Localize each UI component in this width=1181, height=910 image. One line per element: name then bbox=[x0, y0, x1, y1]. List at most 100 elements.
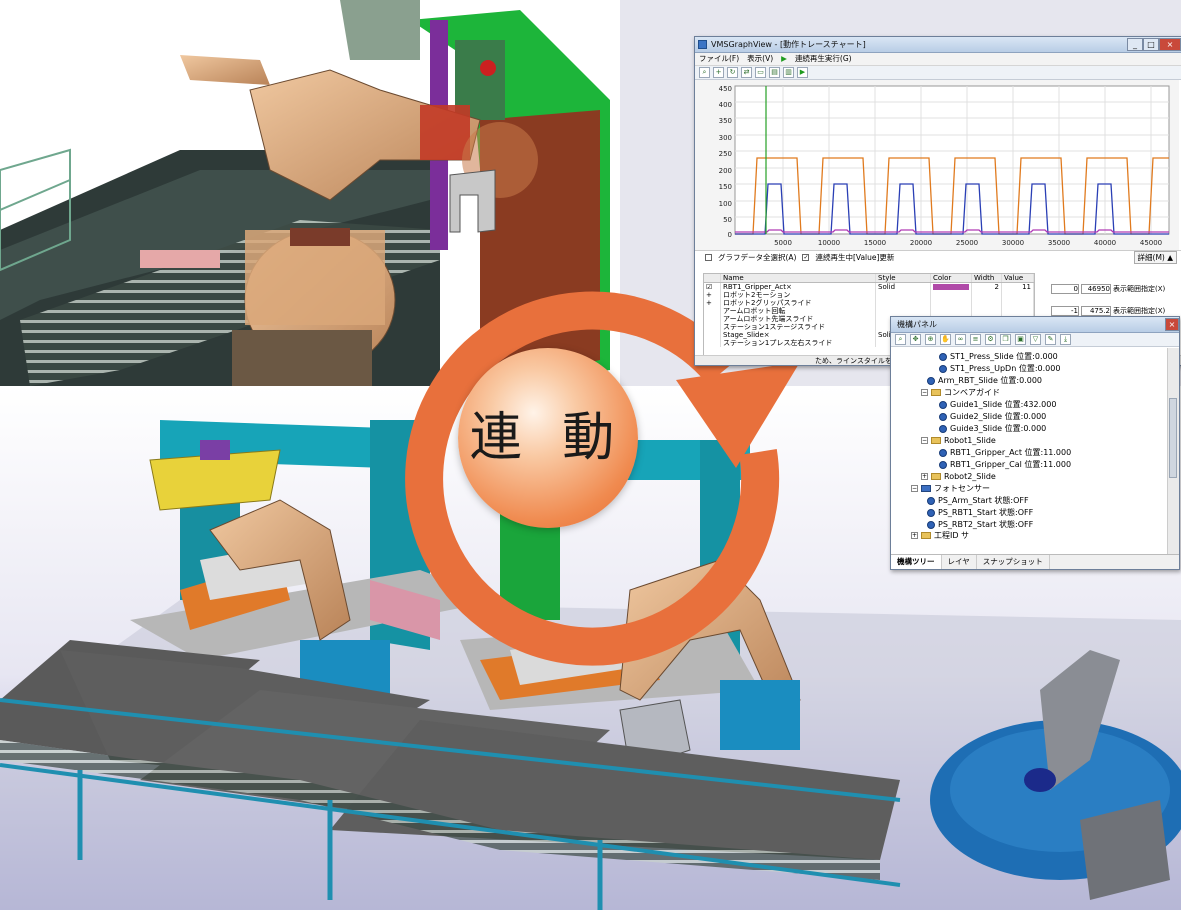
gear-icon[interactable]: ⚙ bbox=[985, 334, 996, 345]
y-tick: 50 bbox=[723, 216, 732, 224]
hand-icon[interactable]: ✋ bbox=[940, 334, 951, 345]
graph-window-title: VMSGraphView - [動作トレースチャート] bbox=[711, 40, 866, 49]
collapse-icon[interactable]: − bbox=[911, 485, 918, 492]
search-icon[interactable]: ⌕ bbox=[895, 334, 906, 345]
tree-item-label: RBT1_Gripper_Cal 位置:11.000 bbox=[950, 460, 1072, 469]
collapse-icon[interactable]: − bbox=[921, 389, 928, 396]
tree-item[interactable]: − フォトセンサー bbox=[911, 483, 990, 494]
update-checkbox[interactable]: ✓ bbox=[802, 254, 810, 261]
table-row[interactable]: + ロボット2グリッパスライド bbox=[704, 299, 1034, 307]
row-name: ロボット2モーション bbox=[720, 291, 876, 299]
menu-continuous-run[interactable]: 連続再生実行(G) bbox=[795, 53, 852, 65]
tree-item-label: Robot2_Slide bbox=[944, 472, 996, 481]
split-vertical-icon[interactable]: ▥ bbox=[783, 67, 794, 78]
graph-menubar: ファイル(F) 表示(V) ▶ 連続再生実行(G) bbox=[695, 53, 1181, 66]
menu-play-icon[interactable]: ▶ bbox=[781, 53, 787, 65]
window-icon[interactable]: ▭ bbox=[755, 67, 766, 78]
tree-item[interactable]: PS_RBT2_Start 状態:OFF bbox=[927, 519, 1033, 530]
tree-scrollbar[interactable] bbox=[1167, 348, 1179, 554]
add-icon[interactable]: + bbox=[713, 67, 724, 78]
tree-item[interactable]: ST1_Press_Slide 位置:0.000 bbox=[939, 351, 1058, 362]
expand-icon[interactable]: + bbox=[704, 291, 721, 299]
tree-item[interactable]: − Robot1_Slide bbox=[921, 435, 996, 446]
row-checkbox[interactable]: ☑ bbox=[704, 282, 721, 291]
menu-view[interactable]: 表示(V) bbox=[747, 53, 773, 65]
col-style[interactable]: Style bbox=[875, 274, 931, 283]
trace-chart: 450 400 350 300 250 200 150 100 50 0 500… bbox=[695, 80, 1179, 250]
minimize-button[interactable]: _ bbox=[1127, 38, 1143, 51]
refresh-icon[interactable]: ↻ bbox=[727, 67, 738, 78]
col-name[interactable]: Name bbox=[720, 274, 876, 283]
settings-icon[interactable]: ✎ bbox=[1045, 334, 1056, 345]
x-tick: 35000 bbox=[1048, 239, 1070, 247]
maximize-button[interactable]: □ bbox=[1143, 38, 1159, 51]
menu-file[interactable]: ファイル(F) bbox=[699, 53, 739, 65]
export-icon[interactable]: ⤓ bbox=[1060, 334, 1071, 345]
select-all-checkbox[interactable] bbox=[705, 254, 712, 261]
tree-item[interactable]: + 工程ID サ bbox=[911, 531, 969, 539]
tree-item[interactable]: PS_RBT1_Start 状態:OFF bbox=[927, 507, 1033, 518]
binoculars-icon[interactable]: ⌕ bbox=[699, 67, 710, 78]
tree-item[interactable]: RBT1_Gripper_Cal 位置:11.000 bbox=[939, 459, 1071, 470]
mechanism-panel-titlebar[interactable]: 機構パネル × bbox=[891, 317, 1179, 333]
expand-icon[interactable]: + bbox=[704, 299, 721, 307]
split-horizontal-icon[interactable]: ▤ bbox=[769, 67, 780, 78]
range-min-input[interactable]: 0 bbox=[1051, 284, 1079, 294]
close-button[interactable]: × bbox=[1165, 318, 1179, 331]
tree-item[interactable]: Arm_RBT_Slide 位置:0.000 bbox=[927, 375, 1042, 386]
x-tick: 5000 bbox=[774, 239, 792, 247]
tree-item-label: ST1_Press_UpDn 位置:0.000 bbox=[950, 364, 1061, 373]
copy-icon[interactable]: ❐ bbox=[1000, 334, 1011, 345]
axis-icon bbox=[939, 412, 947, 421]
tab-mechanism-tree[interactable]: 機構ツリー bbox=[891, 555, 942, 569]
swap-icon[interactable]: ⇄ bbox=[741, 67, 752, 78]
update-label: 連続再生中[Value]更新 bbox=[815, 253, 895, 262]
range-button[interactable]: 表示範囲指定(X) bbox=[1113, 306, 1165, 316]
tree-item[interactable]: Guide2_Slide 位置:0.000 bbox=[939, 411, 1046, 422]
tree-item-label: Arm_RBT_Slide 位置:0.000 bbox=[938, 376, 1043, 385]
range-max-input[interactable]: 46950 bbox=[1081, 284, 1111, 294]
tree-item[interactable]: Guide3_Slide 位置:0.000 bbox=[939, 423, 1046, 434]
range-button[interactable]: 表示範囲指定(X) bbox=[1113, 284, 1165, 294]
graph-toolbar: ⌕ + ↻ ⇄ ▭ ▤ ▥ ▶ bbox=[695, 66, 1181, 80]
table-row[interactable]: ☑ RBT1_Gripper_Act× Solid 2 11 bbox=[704, 282, 1034, 291]
range-min-input[interactable]: -1 bbox=[1051, 306, 1079, 316]
col-value[interactable]: Value bbox=[1001, 274, 1034, 283]
range-max-input[interactable]: 475.2 bbox=[1081, 306, 1111, 316]
move-icon[interactable]: ✥ bbox=[910, 334, 921, 345]
mechanism-panel-title: 機構パネル bbox=[897, 320, 937, 329]
sync-badge: 連 動 bbox=[458, 348, 638, 528]
layers-icon[interactable]: ≡ bbox=[970, 334, 981, 345]
graph-window-titlebar[interactable]: VMSGraphView - [動作トレースチャート] _ □ × bbox=[695, 37, 1181, 53]
tab-layer[interactable]: レイヤ bbox=[942, 555, 977, 569]
play-icon[interactable]: ▶ bbox=[797, 67, 808, 78]
row-name: アームロボット回転 bbox=[720, 307, 876, 315]
col-color[interactable]: Color bbox=[930, 274, 972, 283]
x-tick: 20000 bbox=[910, 239, 932, 247]
collapse-icon[interactable]: − bbox=[921, 437, 928, 444]
zoom-icon[interactable]: ⊕ bbox=[925, 334, 936, 345]
expand-icon[interactable]: + bbox=[921, 473, 928, 480]
tree-item[interactable]: − コンベアガイド bbox=[921, 387, 1000, 398]
row-color-swatch[interactable] bbox=[930, 282, 972, 291]
tree-item[interactable]: RBT1_Gripper_Act 位置:11.000 bbox=[939, 447, 1071, 458]
tree-item-label: Guide1_Slide 位置:432.000 bbox=[950, 400, 1057, 409]
details-button[interactable]: 詳細(M) ▲ bbox=[1133, 251, 1177, 264]
tree-item[interactable]: + Robot2_Slide bbox=[921, 471, 996, 482]
expand-icon[interactable]: + bbox=[911, 531, 918, 539]
close-button[interactable]: × bbox=[1159, 38, 1181, 51]
tree-item[interactable]: ST1_Press_UpDn 位置:0.000 bbox=[939, 363, 1060, 374]
filter-icon[interactable]: ▽ bbox=[1030, 334, 1041, 345]
table-row[interactable]: アームロボット回転 bbox=[704, 307, 1034, 315]
tree-item[interactable]: Guide1_Slide 位置:432.000 bbox=[939, 399, 1056, 410]
paste-icon[interactable]: ▣ bbox=[1015, 334, 1026, 345]
scrollbar-thumb[interactable] bbox=[1169, 398, 1177, 478]
tree-item[interactable]: PS_Arm_Start 状態:OFF bbox=[927, 495, 1029, 506]
row-style: Solid bbox=[875, 282, 931, 291]
table-row[interactable]: + ロボット2モーション bbox=[704, 291, 1034, 299]
sensor-folder-icon bbox=[921, 485, 931, 492]
row-name: Stage_Slide× bbox=[720, 331, 876, 339]
link-icon[interactable]: ∞ bbox=[955, 334, 966, 345]
tab-snapshot[interactable]: スナップショット bbox=[977, 555, 1050, 569]
col-width[interactable]: Width bbox=[971, 274, 1002, 283]
